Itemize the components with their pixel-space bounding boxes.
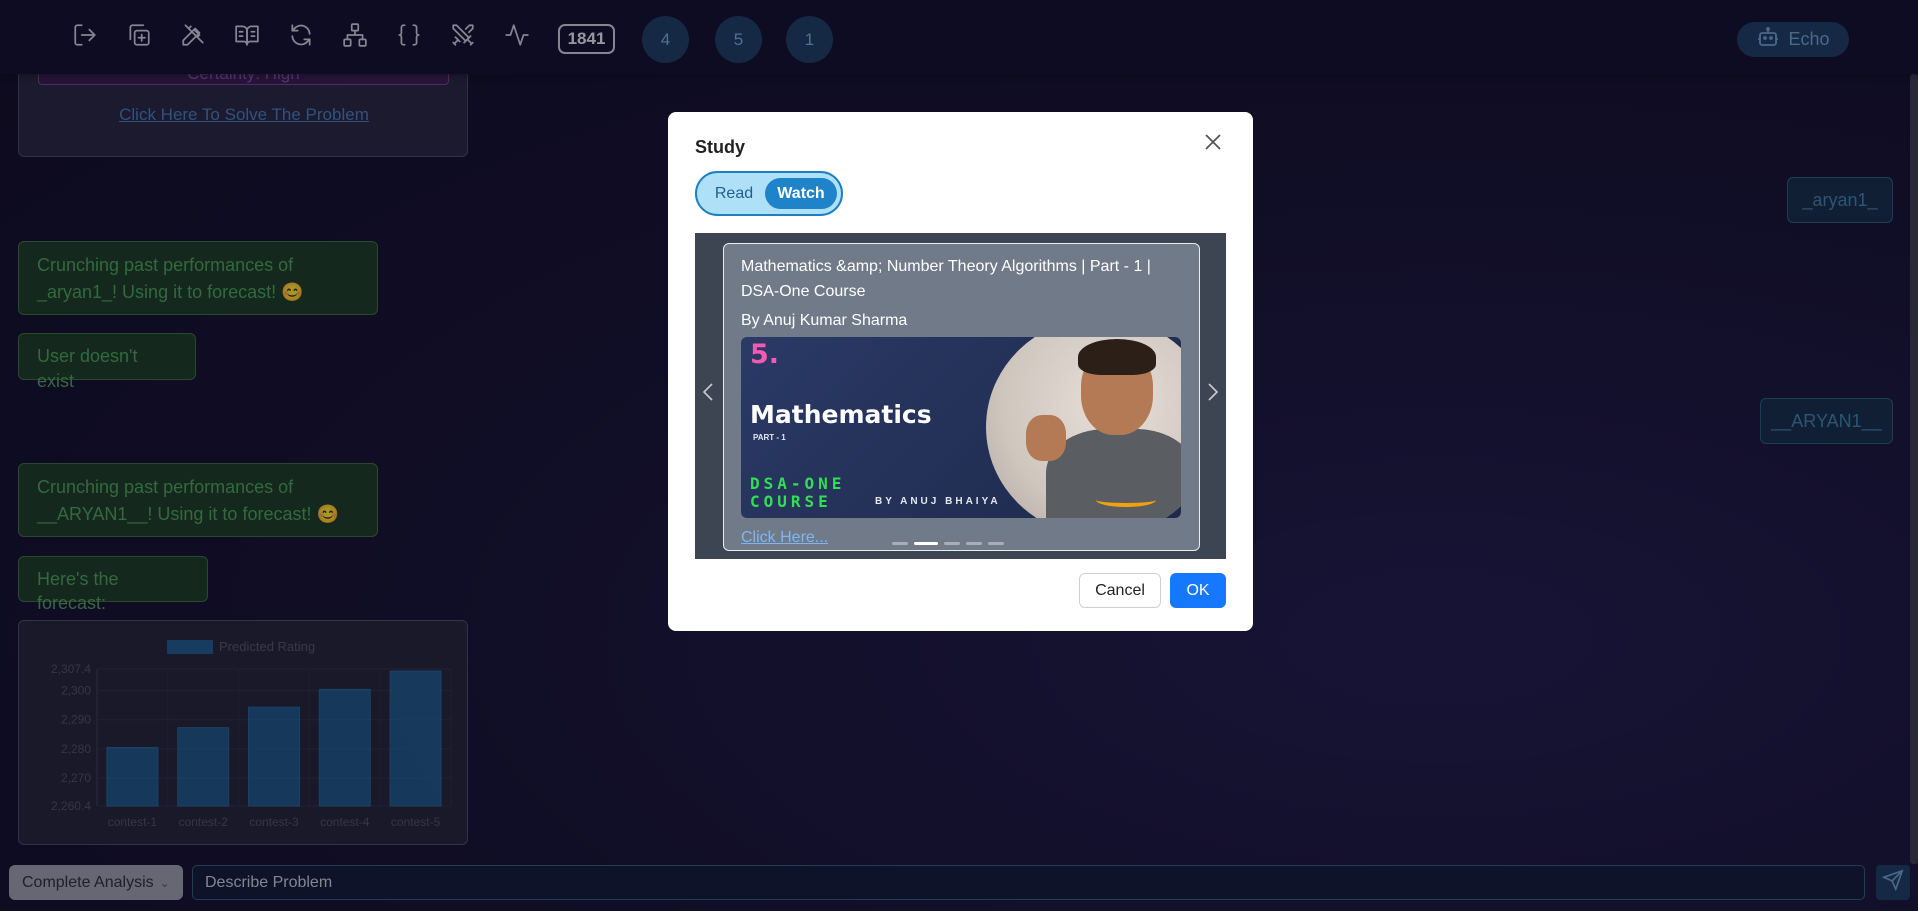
chevron-right-icon: [1206, 382, 1220, 407]
ok-button[interactable]: OK: [1170, 573, 1226, 608]
amazon-smile-icon: [1096, 493, 1156, 507]
photo-hair: [1078, 339, 1156, 375]
thumbnail-byline: BY ANUJ BHAIYA: [875, 496, 1001, 507]
cancel-button[interactable]: Cancel: [1079, 573, 1161, 608]
read-watch-toggle[interactable]: Read Watch: [695, 171, 843, 216]
carousel-dot[interactable]: [966, 542, 982, 545]
video-thumbnail[interactable]: 5. Mathematics PART - 1 DSA-ONE COURSE B…: [741, 337, 1181, 518]
photo-hand: [1026, 415, 1066, 461]
toggle-read[interactable]: Read: [709, 173, 759, 214]
video-link[interactable]: Click Here...: [741, 529, 828, 547]
thumbnail-part: PART - 1: [753, 433, 786, 442]
close-button[interactable]: [1201, 132, 1225, 156]
carousel-dots: [892, 542, 1004, 545]
carousel-prev-button[interactable]: [699, 382, 717, 407]
carousel-dot[interactable]: [944, 542, 960, 545]
carousel-next-button[interactable]: [1204, 382, 1222, 407]
thumbnail-course: DSA-ONE COURSE: [750, 475, 845, 511]
modal-title: Study: [695, 137, 746, 157]
chevron-left-icon: [701, 382, 715, 407]
carousel-dot[interactable]: [914, 542, 938, 545]
video-author: By Anuj Kumar Sharma: [741, 312, 908, 329]
presenter-photo: [986, 337, 1181, 518]
thumbnail-number: 5.: [750, 339, 780, 370]
toggle-watch[interactable]: Watch: [765, 178, 837, 209]
video-carousel: Mathematics &amp; Number Theory Algorith…: [695, 233, 1226, 559]
thumbnail-course-line2: COURSE: [750, 492, 832, 511]
close-icon: [1204, 133, 1222, 156]
video-title: Mathematics &amp; Number Theory Algorith…: [741, 258, 1151, 300]
thumbnail-heading: Mathematics: [750, 400, 932, 429]
thumbnail-course-line1: DSA-ONE: [750, 474, 846, 493]
carousel-dot[interactable]: [892, 542, 908, 545]
carousel-dot[interactable]: [988, 542, 1004, 545]
study-modal: Study Read Watch Mathematics &amp; Numbe…: [668, 112, 1253, 631]
video-slide: Mathematics &amp; Number Theory Algorith…: [723, 243, 1200, 551]
